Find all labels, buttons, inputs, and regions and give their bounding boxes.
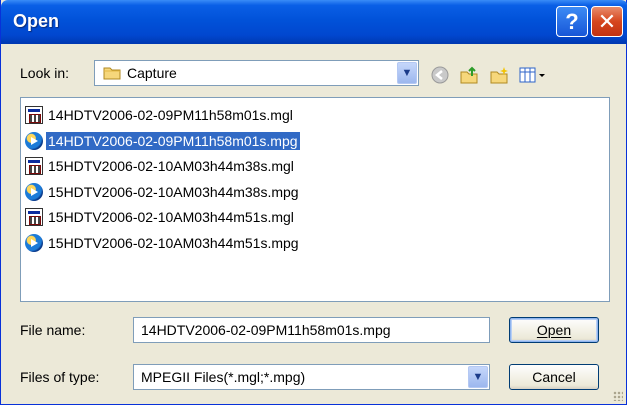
close-button[interactable]: ✕: [591, 6, 623, 37]
list-item[interactable]: 15HDTV2006-02-10AM03h44m51s.mpg: [25, 232, 301, 254]
file-name-label: File name:: [20, 322, 86, 338]
mpg-file-icon: [25, 131, 43, 150]
folder-icon: [103, 67, 121, 80]
list-item[interactable]: 14HDTV2006-02-09PM11h58m01s.mgl: [25, 104, 295, 126]
help-icon: ?: [565, 8, 579, 34]
list-item[interactable]: 14HDTV2006-02-09PM11h58m01s.mpg: [25, 130, 301, 152]
mgl-file-icon: [25, 157, 43, 175]
cancel-button-label: Cancel: [532, 369, 576, 385]
look-in-label: Look in:: [20, 65, 70, 81]
file-name: 14HDTV2006-02-09PM11h58m01s.mgl: [48, 107, 293, 123]
chevron-down-icon[interactable]: ▼: [468, 366, 488, 388]
dialog-title: Open: [13, 11, 60, 31]
up-folder-icon[interactable]: [457, 64, 481, 86]
file-name: 15HDTV2006-02-10AM03h44m51s.mpg: [48, 234, 299, 251]
open-button-label: Open: [536, 322, 572, 338]
file-name: 15HDTV2006-02-10AM03h44m38s.mgl: [48, 158, 294, 174]
file-name-input[interactable]: 14HDTV2006-02-09PM11h58m01s.mpg: [133, 317, 490, 343]
mgl-file-icon: [25, 106, 43, 124]
mgl-file-icon: [25, 208, 43, 226]
file-name: 15HDTV2006-02-10AM03h44m38s.mpg: [48, 183, 299, 200]
close-icon: ✕: [597, 8, 617, 34]
list-item[interactable]: 15HDTV2006-02-10AM03h44m38s.mgl: [25, 155, 296, 177]
open-button[interactable]: Open: [509, 317, 599, 343]
list-item[interactable]: 15HDTV2006-02-10AM03h44m51s.mgl: [25, 206, 296, 228]
cancel-button[interactable]: Cancel: [509, 364, 599, 390]
resize-grip[interactable]: [613, 391, 623, 401]
file-name: 14HDTV2006-02-09PM11h58m01s.mpg: [45, 130, 301, 151]
mpg-file-icon: [25, 182, 43, 201]
files-of-type-value: MPEGII Files(*.mgl;*.mpg): [141, 369, 306, 385]
look-in-value: Capture: [127, 65, 177, 81]
list-item[interactable]: 15HDTV2006-02-10AM03h44m38s.mpg: [25, 181, 301, 203]
open-dialog: Open ? ✕ Look in: Capture ▼ 14HDTV2006-0…: [0, 0, 627, 405]
files-of-type-dropdown[interactable]: MPEGII Files(*.mgl;*.mpg) ▼: [133, 364, 490, 390]
chevron-down-icon[interactable]: ▼: [397, 62, 417, 84]
new-folder-icon[interactable]: [487, 64, 511, 86]
file-name: 15HDTV2006-02-10AM03h44m51s.mgl: [48, 209, 294, 225]
help-button[interactable]: ?: [556, 6, 588, 37]
files-of-type-label: Files of type:: [20, 369, 100, 385]
title-bar[interactable]: Open ? ✕: [1, 0, 627, 44]
look-in-dropdown[interactable]: Capture ▼: [94, 60, 419, 86]
file-list[interactable]: 14HDTV2006-02-09PM11h58m01s.mgl 14HDTV200…: [20, 97, 610, 302]
back-icon[interactable]: [428, 64, 452, 86]
mpg-file-icon: [25, 233, 43, 252]
view-menu-icon[interactable]: [517, 64, 547, 86]
